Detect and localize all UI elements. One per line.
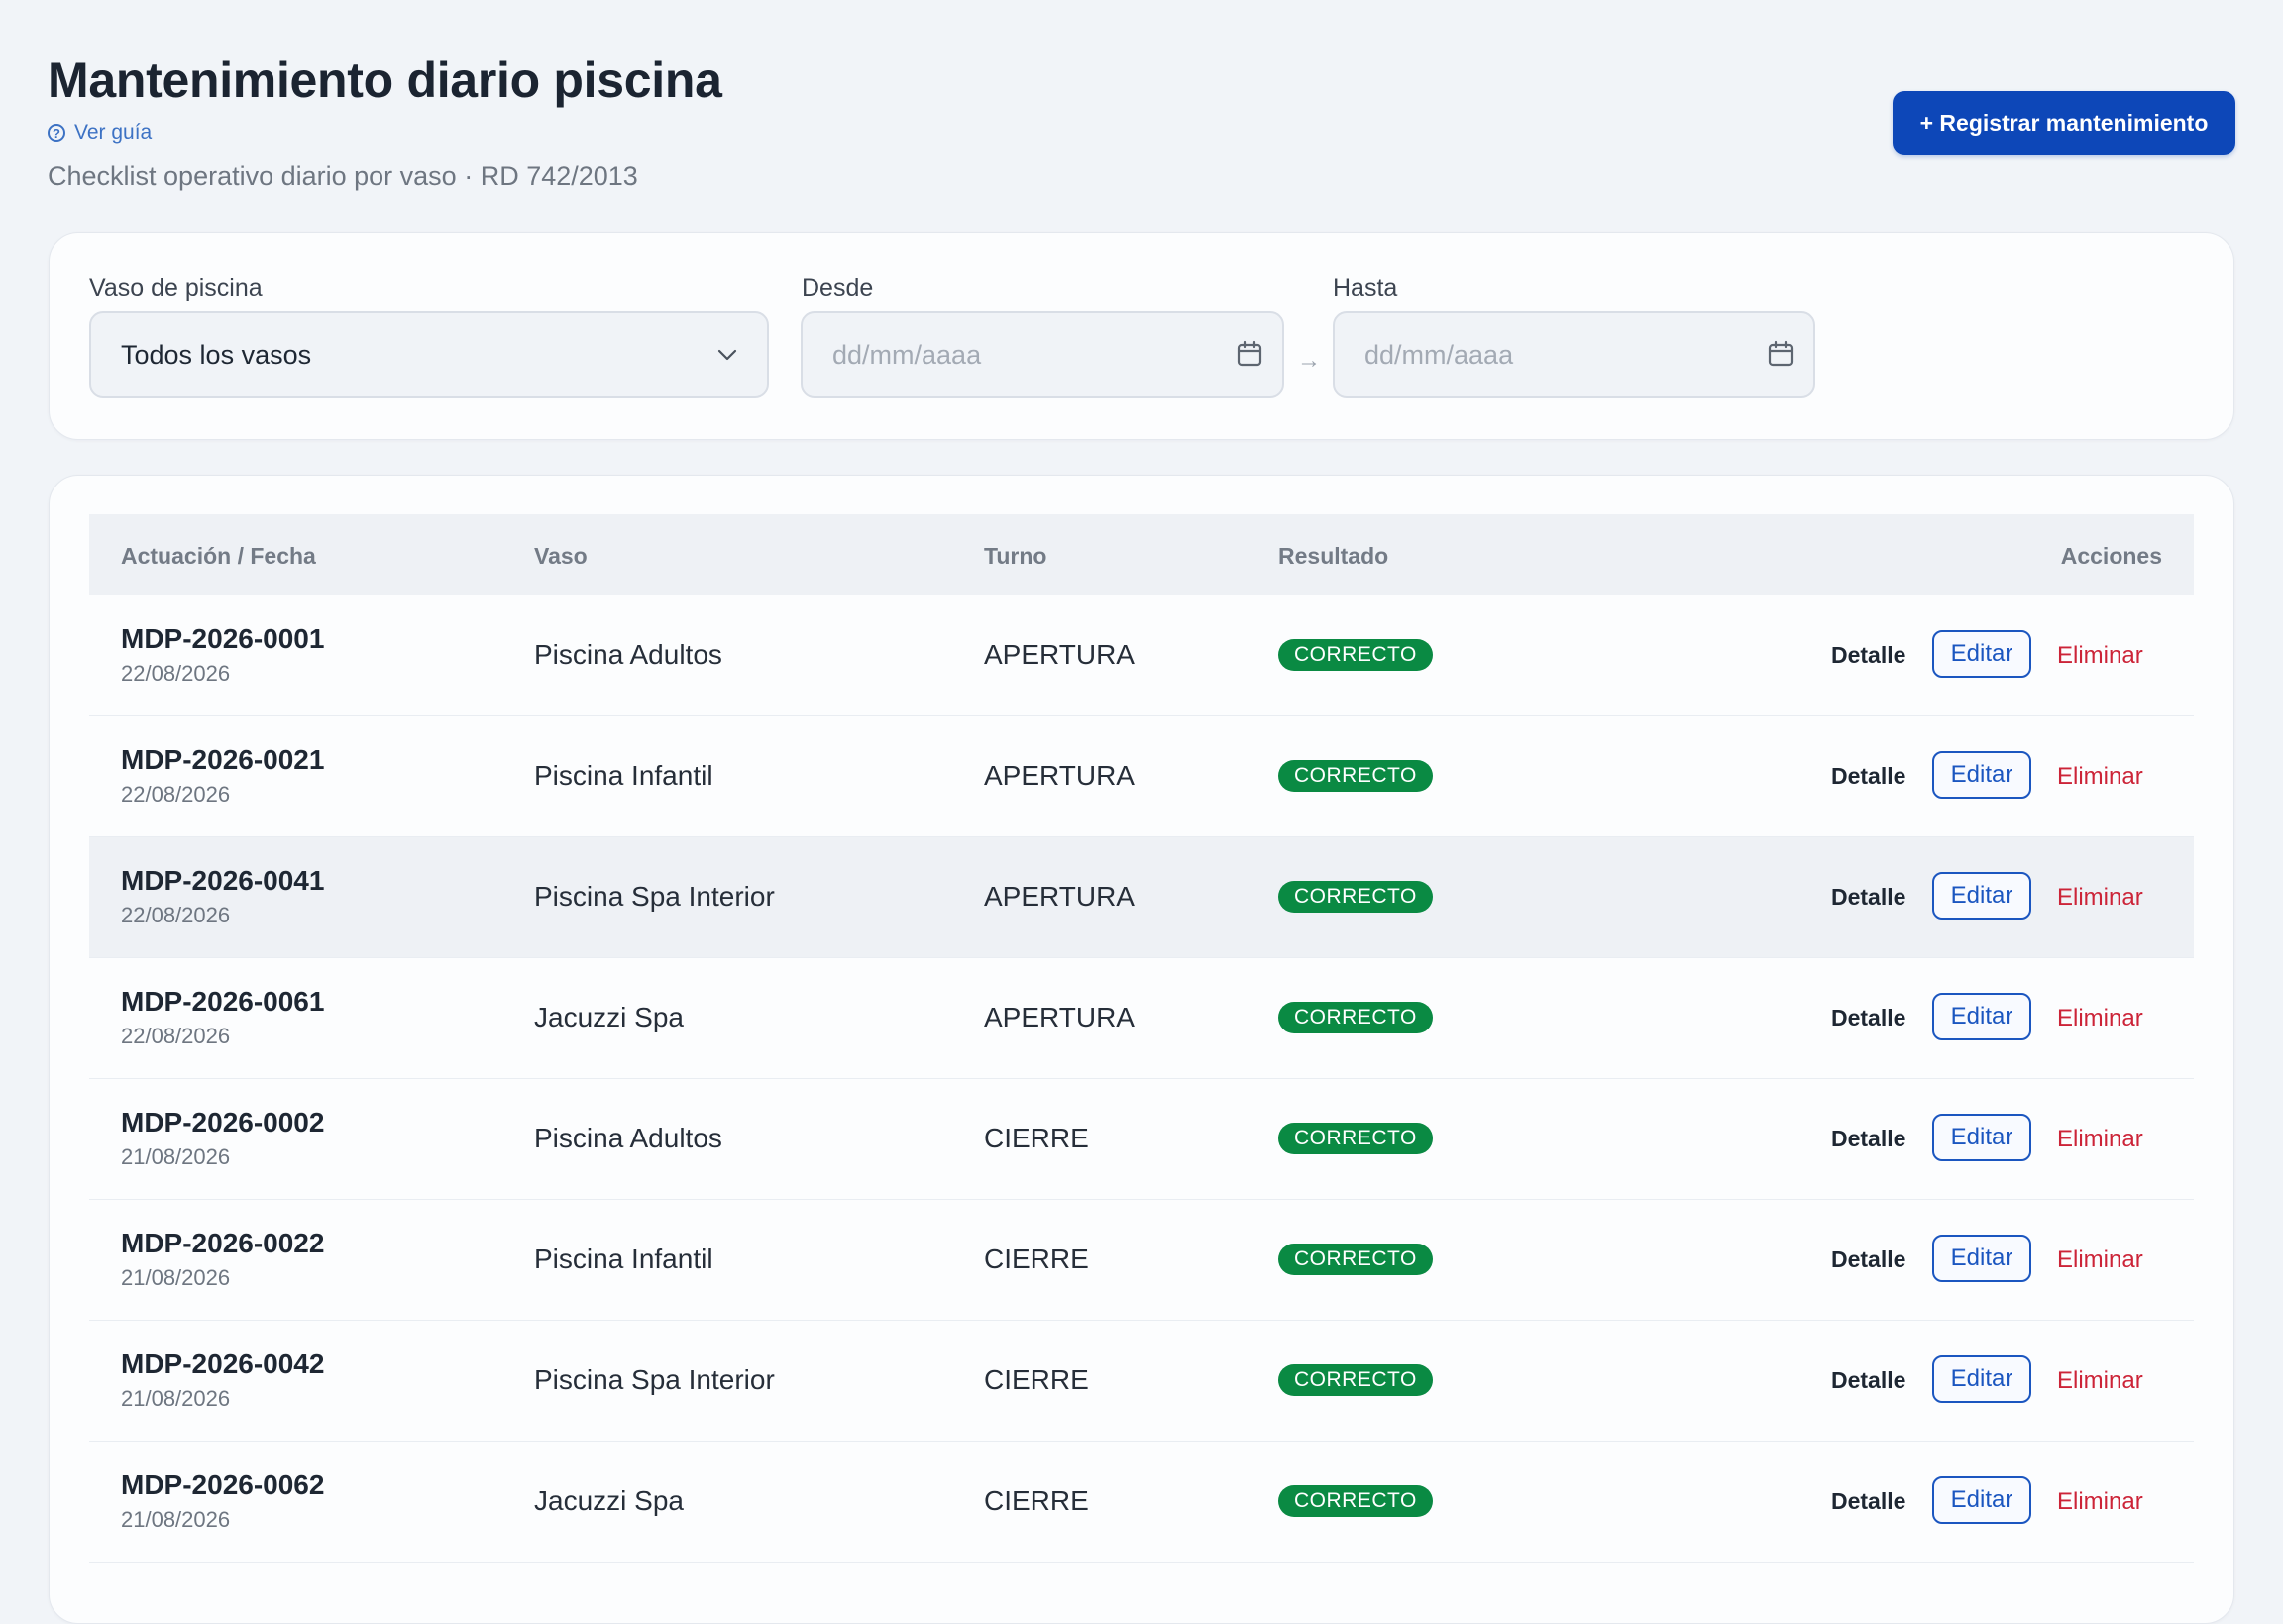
row-date: 21/08/2026 — [121, 1386, 231, 1411]
calendar-icon[interactable] — [1766, 339, 1795, 369]
page-subtitle: Checklist operativo diario por vaso · RD… — [48, 162, 638, 191]
status-badge: CORRECTO — [1278, 1123, 1433, 1154]
row-turno: APERTURA — [984, 760, 1135, 791]
row-vaso: Piscina Infantil — [534, 1244, 713, 1274]
status-badge: CORRECTO — [1278, 1244, 1433, 1275]
row-vaso: Jacuzzi Spa — [534, 1485, 684, 1516]
table-row: MDP-2026-0042 21/08/2026 Piscina Spa Int… — [89, 1321, 2194, 1442]
row-turno: CIERRE — [984, 1123, 1089, 1153]
row-vaso: Piscina Adultos — [534, 639, 722, 670]
guide-link-label: Ver guía — [74, 121, 153, 144]
vaso-label: Vaso de piscina — [89, 274, 263, 302]
status-badge: CORRECTO — [1278, 760, 1433, 792]
row-vaso: Jacuzzi Spa — [534, 1002, 684, 1032]
row-date: 21/08/2026 — [121, 1144, 231, 1169]
row-turno: APERTURA — [984, 639, 1135, 670]
desde-placeholder: dd/mm/aaaa — [832, 339, 982, 370]
row-code: MDP-2026-0041 — [121, 865, 325, 896]
row-turno: CIERRE — [984, 1244, 1089, 1274]
vaso-select[interactable]: Todos los vasos — [89, 311, 769, 398]
eliminar-button[interactable]: Eliminar — [2057, 884, 2143, 912]
desde-date-input[interactable]: dd/mm/aaaa — [801, 311, 1284, 398]
chevron-down-icon — [717, 349, 737, 361]
question-circle-icon: ? — [48, 124, 65, 142]
row-date: 22/08/2026 — [121, 903, 231, 927]
row-code: MDP-2026-0042 — [121, 1349, 325, 1379]
row-vaso: Piscina Spa Interior — [534, 881, 775, 912]
row-date: 21/08/2026 — [121, 1265, 231, 1290]
row-code: MDP-2026-0061 — [121, 986, 325, 1017]
detalle-button[interactable]: Detalle — [1831, 884, 1905, 911]
hasta-placeholder: dd/mm/aaaa — [1364, 339, 1514, 370]
eliminar-button[interactable]: Eliminar — [2057, 1246, 2143, 1274]
row-date: 22/08/2026 — [121, 661, 231, 686]
eliminar-button[interactable]: Eliminar — [2057, 642, 2143, 670]
status-badge: CORRECTO — [1278, 881, 1433, 913]
editar-button[interactable]: Editar — [1932, 1235, 2031, 1282]
eliminar-button[interactable]: Eliminar — [2057, 1005, 2143, 1032]
detalle-button[interactable]: Detalle — [1831, 1246, 1905, 1273]
table-row: MDP-2026-0061 22/08/2026 Jacuzzi Spa APE… — [89, 958, 2194, 1079]
page: Mantenimiento diario piscina ? Ver guía … — [0, 0, 2283, 1624]
table-row: MDP-2026-0002 21/08/2026 Piscina Adultos… — [89, 1079, 2194, 1200]
guide-link[interactable]: ? Ver guía — [48, 121, 152, 145]
table-row: MDP-2026-0021 22/08/2026 Piscina Infanti… — [89, 716, 2194, 837]
row-code: MDP-2026-0022 — [121, 1228, 325, 1258]
row-vaso: Piscina Adultos — [534, 1123, 722, 1153]
column-header-actuacion[interactable]: Actuación / Fecha — [121, 543, 316, 570]
table-row: MDP-2026-0022 21/08/2026 Piscina Infanti… — [89, 1200, 2194, 1321]
hasta-date-input[interactable]: dd/mm/aaaa — [1333, 311, 1815, 398]
row-vaso: Piscina Infantil — [534, 760, 713, 791]
register-maintenance-button[interactable]: + Registrar mantenimiento — [1893, 91, 2235, 155]
detalle-button[interactable]: Detalle — [1831, 1488, 1905, 1515]
status-badge: CORRECTO — [1278, 639, 1433, 671]
eliminar-button[interactable]: Eliminar — [2057, 1488, 2143, 1516]
detalle-button[interactable]: Detalle — [1831, 642, 1905, 669]
row-code: MDP-2026-0002 — [121, 1107, 325, 1137]
column-header-vaso[interactable]: Vaso — [534, 543, 588, 570]
page-title: Mantenimiento diario piscina — [48, 53, 722, 108]
row-date: 22/08/2026 — [121, 1024, 231, 1048]
row-date: 22/08/2026 — [121, 782, 231, 807]
detalle-button[interactable]: Detalle — [1831, 1126, 1905, 1152]
column-header-acciones: Acciones — [2060, 543, 2162, 569]
row-turno: APERTURA — [984, 1002, 1135, 1032]
table-row: MDP-2026-0001 22/08/2026 Piscina Adultos… — [89, 595, 2194, 716]
editar-button[interactable]: Editar — [1932, 1355, 2031, 1403]
eliminar-button[interactable]: Eliminar — [2057, 763, 2143, 791]
editar-button[interactable]: Editar — [1932, 751, 2031, 799]
editar-button[interactable]: Editar — [1932, 1476, 2031, 1524]
eliminar-button[interactable]: Eliminar — [2057, 1126, 2143, 1153]
table-row: MDP-2026-0041 22/08/2026 Piscina Spa Int… — [89, 837, 2194, 958]
row-turno: CIERRE — [984, 1364, 1089, 1395]
range-separator: → — [1297, 347, 1321, 374]
row-code: MDP-2026-0021 — [121, 744, 325, 775]
row-vaso: Piscina Spa Interior — [534, 1364, 775, 1395]
status-badge: CORRECTO — [1278, 1485, 1433, 1517]
table-header: Actuación / Fecha Vaso Turno Resultado A… — [89, 514, 2194, 595]
row-code: MDP-2026-0062 — [121, 1469, 325, 1500]
editar-button[interactable]: Editar — [1932, 872, 2031, 920]
status-badge: CORRECTO — [1278, 1002, 1433, 1033]
calendar-icon[interactable] — [1235, 339, 1264, 369]
hasta-label: Hasta — [1333, 274, 1398, 302]
desde-label: Desde — [802, 274, 874, 302]
column-header-turno[interactable]: Turno — [984, 543, 1046, 570]
vaso-select-value: Todos los vasos — [121, 339, 312, 370]
detalle-button[interactable]: Detalle — [1831, 763, 1905, 790]
eliminar-button[interactable]: Eliminar — [2057, 1367, 2143, 1395]
row-turno: APERTURA — [984, 881, 1135, 912]
table-row: MDP-2026-0062 21/08/2026 Jacuzzi Spa CIE… — [89, 1442, 2194, 1563]
editar-button[interactable]: Editar — [1932, 993, 2031, 1040]
column-header-resultado[interactable]: Resultado — [1278, 543, 1388, 570]
row-date: 21/08/2026 — [121, 1507, 231, 1532]
status-badge: CORRECTO — [1278, 1364, 1433, 1396]
detalle-button[interactable]: Detalle — [1831, 1005, 1905, 1031]
detalle-button[interactable]: Detalle — [1831, 1367, 1905, 1394]
editar-button[interactable]: Editar — [1932, 1114, 2031, 1161]
row-turno: CIERRE — [984, 1485, 1089, 1516]
row-code: MDP-2026-0001 — [121, 623, 325, 654]
editar-button[interactable]: Editar — [1932, 630, 2031, 678]
